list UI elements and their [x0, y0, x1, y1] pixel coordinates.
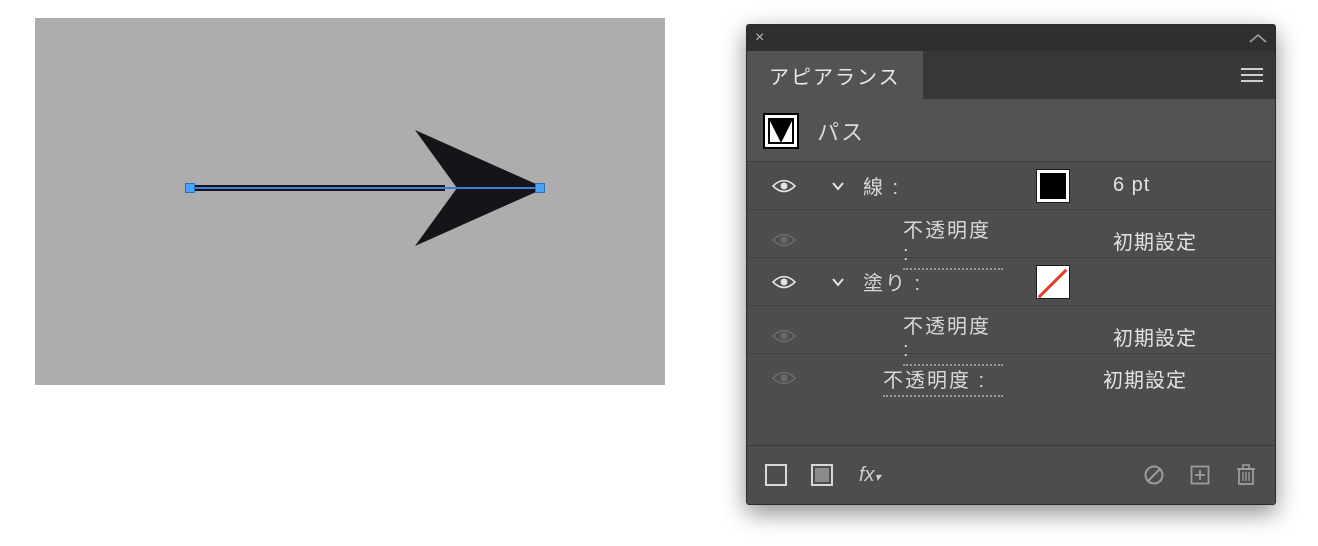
- opacity-label[interactable]: 不透明度 :: [903, 306, 1003, 366]
- panel-menu-button[interactable]: [1229, 51, 1275, 99]
- stroke-row[interactable]: 線 : 6 pt: [747, 162, 1275, 210]
- overall-opacity-row[interactable]: 不透明度 : 初期設定: [747, 354, 1275, 402]
- add-effect-button[interactable]: fx▾: [859, 464, 881, 487]
- anchor-point[interactable]: [185, 183, 195, 193]
- fill-opacity-row[interactable]: 不透明度 : 初期設定: [747, 306, 1275, 354]
- visibility-toggle[interactable]: [755, 232, 813, 248]
- clear-appearance-button[interactable]: [1139, 460, 1169, 490]
- object-header: パス: [747, 99, 1275, 162]
- eye-icon: [772, 328, 796, 344]
- object-label: パス: [817, 115, 865, 147]
- opacity-value: 初期設定: [1103, 226, 1259, 255]
- fill-swatch[interactable]: [1037, 266, 1069, 298]
- chevron-down-icon: [831, 179, 845, 193]
- opacity-value: 初期設定: [1103, 364, 1259, 393]
- plus-square-icon: [1189, 464, 1211, 486]
- trash-icon: [1235, 463, 1257, 487]
- clear-icon: [1143, 464, 1165, 486]
- panel-footer: fx▾: [747, 446, 1275, 504]
- delete-button[interactable]: [1231, 460, 1261, 490]
- new-stroke-button[interactable]: [761, 460, 791, 490]
- expand-toggle[interactable]: [813, 275, 863, 289]
- visibility-toggle[interactable]: [755, 178, 813, 194]
- selection-outline: [190, 187, 540, 189]
- fill-swatch-icon: [811, 464, 833, 486]
- visibility-toggle[interactable]: [755, 370, 813, 386]
- stroke-swatch[interactable]: [1037, 170, 1069, 202]
- eye-icon: [772, 370, 796, 386]
- chevron-down-icon: [831, 275, 845, 289]
- stroke-weight[interactable]: 6 pt: [1103, 174, 1259, 197]
- canvas-artboard[interactable]: [35, 18, 665, 385]
- fill-label: 塗り :: [863, 267, 1003, 296]
- anchor-point[interactable]: [535, 183, 545, 193]
- collapse-icon[interactable]: [1249, 30, 1267, 46]
- eye-icon: [772, 178, 796, 194]
- tab-label: アピアランス: [769, 61, 901, 90]
- hamburger-icon: [1241, 68, 1263, 82]
- opacity-value: 初期設定: [1103, 322, 1259, 351]
- object-thumbnail: [763, 113, 799, 149]
- duplicate-button[interactable]: [1185, 460, 1215, 490]
- eye-icon: [772, 232, 796, 248]
- close-icon[interactable]: ×: [755, 30, 764, 46]
- eye-icon: [772, 274, 796, 290]
- appearance-panel: × アピアランス パス 線 : 6 pt: [746, 24, 1276, 505]
- selected-path[interactable]: [190, 188, 550, 189]
- panel-titlebar: ×: [747, 25, 1275, 51]
- expand-toggle[interactable]: [813, 179, 863, 193]
- visibility-toggle[interactable]: [755, 328, 813, 344]
- opacity-label[interactable]: 不透明度 :: [883, 360, 1003, 397]
- stroke-label: 線 :: [863, 171, 1003, 200]
- visibility-toggle[interactable]: [755, 274, 813, 290]
- tab-appearance[interactable]: アピアランス: [747, 51, 923, 99]
- panel-tab-bar: アピアランス: [747, 51, 1275, 99]
- opacity-label[interactable]: 不透明度 :: [903, 210, 1003, 270]
- stroke-swatch-icon: [765, 464, 787, 486]
- none-slash-icon: [1038, 268, 1068, 298]
- new-fill-button[interactable]: [807, 460, 837, 490]
- fill-row[interactable]: 塗り :: [747, 258, 1275, 306]
- stroke-opacity-row[interactable]: 不透明度 : 初期設定: [747, 210, 1275, 258]
